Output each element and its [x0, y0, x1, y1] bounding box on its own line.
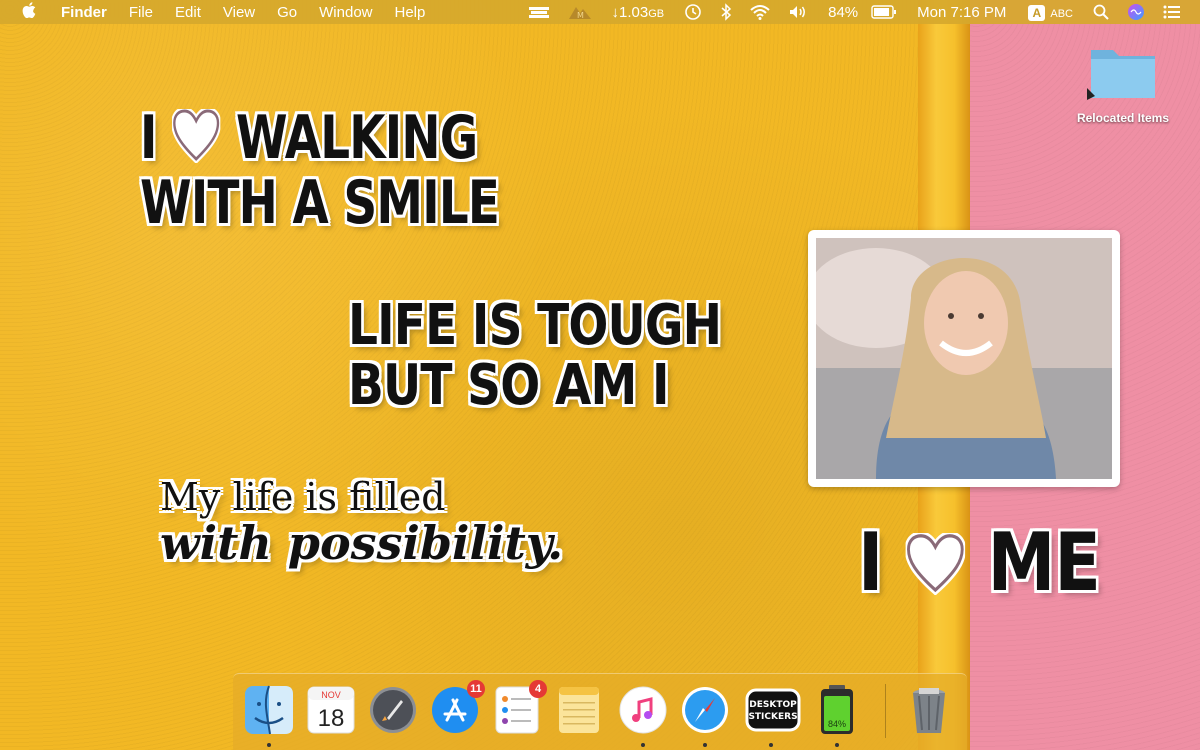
safari-icon: [682, 687, 728, 733]
calendar-month: NOV: [321, 690, 341, 700]
time-machine-icon[interactable]: [675, 3, 711, 21]
menu-app-name[interactable]: Finder: [50, 4, 118, 21]
rocket-icon: [370, 687, 416, 733]
menu-view[interactable]: View: [212, 4, 266, 21]
heart-icon: [904, 528, 966, 608]
dock-separator: [885, 684, 886, 738]
music-icon: [619, 686, 667, 734]
input-source-badge: A: [1028, 4, 1046, 21]
dock-battery-app[interactable]: 84%: [811, 684, 863, 747]
running-indicator: [703, 743, 707, 747]
sticker-text: My life is filled: [160, 475, 446, 519]
battery-percentage[interactable]: 84%: [817, 4, 862, 21]
battery-app-icon: 84%: [821, 685, 853, 734]
calendar-day: 18: [318, 705, 345, 732]
sticker-text: I: [858, 516, 883, 609]
sticker-walking-with-a-smile[interactable]: I WALKING WITH A SMILE: [140, 107, 500, 239]
portrait-photo: [816, 238, 1112, 479]
battery-app-label: 84%: [828, 719, 846, 729]
dock-trash[interactable]: [903, 684, 955, 736]
sticker-text: I: [140, 103, 157, 173]
app-label-line1: DESKTOP: [749, 700, 797, 710]
sticker-text: ME: [987, 516, 1101, 609]
trash-icon: [913, 688, 945, 733]
calendar-icon: NOV 18: [307, 686, 355, 734]
menu-file[interactable]: File: [118, 4, 164, 21]
sticker-text: WITH A SMILE: [140, 168, 500, 239]
network-download-status[interactable]: ↓1.03GB: [601, 4, 676, 21]
menu-go[interactable]: Go: [266, 4, 308, 21]
running-indicator: [769, 743, 773, 747]
notification-badge: 11: [467, 680, 485, 698]
dock-launchpad[interactable]: [367, 684, 419, 736]
menu-window[interactable]: Window: [308, 4, 383, 21]
menu-edit[interactable]: Edit: [164, 4, 212, 21]
dock-notes[interactable]: [553, 684, 605, 736]
folder-icon: [1087, 50, 1155, 100]
desktop-stickers-icon: DESKTOP STICKERS: [745, 688, 801, 732]
folder-label: Relocated Items: [1076, 111, 1170, 125]
sticker-text: BUT SO AM I: [348, 353, 669, 419]
input-source-label: ABC: [1050, 7, 1073, 20]
app-label-line2: STICKERS: [748, 712, 797, 722]
dock: NOV 18 11 4 DESKTOP STICKERS 84%: [233, 673, 967, 750]
running-indicator: [267, 743, 271, 747]
finder-icon: [245, 685, 293, 735]
stack-icon[interactable]: [519, 5, 559, 19]
desktop-folder-relocated-items[interactable]: Relocated Items: [1066, 42, 1180, 125]
sticker-filled-with-possibility[interactable]: My life is filled with possibility.: [160, 478, 563, 566]
dock-finder[interactable]: [243, 684, 295, 747]
siri-icon[interactable]: [1118, 3, 1154, 21]
dock-calendar[interactable]: NOV 18: [305, 684, 357, 736]
dock-desktop-stickers[interactable]: DESKTOP STICKERS: [745, 684, 801, 747]
battery-icon[interactable]: [862, 5, 906, 19]
dock-app-store[interactable]: 11: [429, 680, 485, 736]
spotlight-search-icon[interactable]: [1084, 4, 1118, 20]
running-indicator: [641, 743, 645, 747]
heart-icon: [171, 107, 222, 173]
sticker-text: WALKING: [236, 103, 478, 173]
dock-safari[interactable]: [679, 684, 731, 747]
notification-badge: 4: [529, 680, 547, 698]
dock-itunes[interactable]: [617, 684, 669, 747]
svg-text:M: M: [577, 11, 584, 20]
notification-center-icon[interactable]: [1154, 5, 1190, 19]
apple-menu-icon[interactable]: [22, 1, 50, 23]
input-source-menu[interactable]: A ABC: [1017, 4, 1084, 21]
sticker-life-is-tough[interactable]: LIFE IS TOUGH BUT SO AM I: [348, 293, 722, 419]
sticker-text: LIFE IS TOUGH: [348, 293, 722, 358]
menu-bar: Finder File Edit View Go Window Help M ↓…: [0, 0, 1200, 24]
wifi-icon[interactable]: [741, 4, 779, 20]
bluetooth-icon[interactable]: [711, 3, 741, 21]
sticker-i-love-me[interactable]: I ME: [858, 523, 1101, 608]
sticker-text: with possibility.: [160, 516, 564, 570]
running-indicator: [835, 743, 839, 747]
mountain-icon[interactable]: M: [559, 4, 601, 20]
volume-icon[interactable]: [779, 4, 817, 20]
notes-icon: [559, 687, 599, 733]
dock-reminders[interactable]: 4: [491, 680, 547, 736]
photo-sticker[interactable]: [808, 230, 1120, 487]
menu-help[interactable]: Help: [384, 4, 437, 21]
menu-clock[interactable]: Mon 7:16 PM: [906, 4, 1017, 21]
